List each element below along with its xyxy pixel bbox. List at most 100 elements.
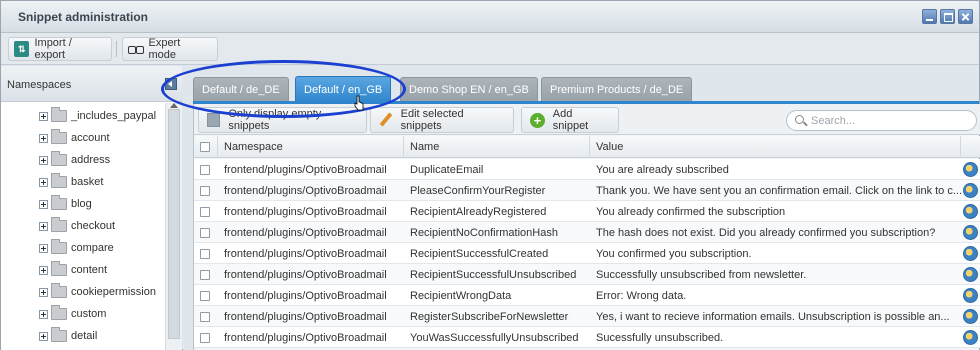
translate-cell[interactable] bbox=[961, 285, 980, 306]
minimize-icon[interactable] bbox=[922, 9, 937, 24]
translate-cell[interactable] bbox=[961, 159, 980, 180]
shop-tab[interactable]: Premium Products / de_DE bbox=[541, 77, 693, 101]
scroll-up-icon[interactable] bbox=[170, 103, 178, 108]
table-row[interactable]: frontend/plugins/OptivoBroadmail Recipien… bbox=[194, 243, 980, 264]
expand-icon[interactable] bbox=[39, 243, 48, 253]
translate-cell[interactable] bbox=[961, 180, 980, 201]
title-bar[interactable]: Snippet administration bbox=[1, 1, 979, 33]
translate-cell[interactable] bbox=[961, 327, 980, 348]
table-row[interactable]: frontend/plugins/OptivoBroadmail PleaseCo… bbox=[194, 180, 980, 201]
globe-icon[interactable] bbox=[963, 183, 978, 198]
only-empty-snippets-button[interactable]: Only display empty snippets bbox=[198, 107, 367, 133]
main-toolbar: ⇅ Import / export Expert mode bbox=[1, 33, 979, 65]
search-box[interactable] bbox=[786, 110, 977, 131]
row-checkbox[interactable] bbox=[200, 164, 210, 175]
expert-mode-button[interactable]: Expert mode bbox=[122, 37, 218, 61]
expand-icon[interactable] bbox=[39, 177, 48, 187]
row-select-cell[interactable] bbox=[194, 201, 218, 222]
namespace-tree-item[interactable]: content bbox=[39, 261, 107, 279]
globe-icon[interactable] bbox=[963, 330, 978, 345]
table-row[interactable]: frontend/plugins/OptivoBroadmail Recipien… bbox=[194, 222, 980, 243]
translate-cell[interactable] bbox=[961, 222, 980, 243]
shop-tab[interactable]: Default / en_GB bbox=[295, 76, 392, 102]
row-checkbox[interactable] bbox=[200, 185, 210, 196]
expand-icon[interactable] bbox=[39, 155, 48, 165]
row-select-cell[interactable] bbox=[194, 285, 218, 306]
shop-tab[interactable]: Demo Shop EN / en_GB bbox=[400, 77, 538, 101]
translate-cell[interactable] bbox=[961, 306, 980, 327]
namespace-tree-item[interactable]: account bbox=[39, 129, 110, 147]
row-checkbox[interactable] bbox=[200, 248, 210, 259]
select-all-checkbox[interactable] bbox=[200, 142, 210, 152]
namespace-tree-item[interactable]: compare bbox=[39, 239, 114, 257]
cell-namespace: frontend/plugins/OptivoBroadmail bbox=[224, 163, 387, 176]
namespace-tree-item[interactable]: blog bbox=[39, 195, 92, 213]
translate-cell[interactable] bbox=[961, 264, 980, 285]
add-snippet-button[interactable]: + Add snippet bbox=[521, 107, 619, 133]
cell-name: RecipientSuccessfulUnsubscribed bbox=[410, 268, 577, 281]
column-header-namespace[interactable]: Namespace bbox=[218, 136, 404, 158]
row-select-cell[interactable] bbox=[194, 243, 218, 264]
shop-tab[interactable]: Default / de_DE bbox=[193, 77, 289, 101]
globe-icon[interactable] bbox=[963, 309, 978, 324]
row-select-cell[interactable] bbox=[194, 264, 218, 285]
collapse-panel-icon[interactable] bbox=[165, 78, 177, 90]
namespace-scrollbar[interactable] bbox=[165, 103, 182, 350]
expand-icon[interactable] bbox=[39, 287, 48, 297]
globe-icon[interactable] bbox=[963, 225, 978, 240]
row-select-cell[interactable] bbox=[194, 327, 218, 348]
snippet-admin-window: Snippet administration ⇅ Import / export… bbox=[0, 0, 980, 350]
globe-icon[interactable] bbox=[963, 204, 978, 219]
row-checkbox[interactable] bbox=[200, 290, 210, 301]
row-select-cell[interactable] bbox=[194, 222, 218, 243]
row-checkbox[interactable] bbox=[200, 206, 210, 217]
import-export-button[interactable]: ⇅ Import / export bbox=[8, 37, 112, 61]
close-icon[interactable] bbox=[958, 9, 973, 24]
column-header-name[interactable]: Name bbox=[404, 136, 590, 158]
namespace-tree-item[interactable]: _includes_paypal bbox=[39, 107, 156, 125]
folder-icon bbox=[51, 217, 67, 232]
row-checkbox[interactable] bbox=[200, 227, 210, 238]
column-header-value[interactable]: Value bbox=[590, 136, 961, 158]
namespace-tree-item[interactable]: custom bbox=[39, 305, 106, 323]
translate-cell[interactable] bbox=[961, 243, 980, 264]
row-checkbox[interactable] bbox=[200, 311, 210, 322]
select-all-cell[interactable] bbox=[194, 136, 218, 158]
table-row[interactable]: frontend/plugins/OptivoBroadmail Register… bbox=[194, 306, 980, 327]
globe-icon[interactable] bbox=[963, 246, 978, 261]
expand-icon[interactable] bbox=[39, 111, 48, 121]
row-select-cell[interactable] bbox=[194, 180, 218, 201]
row-select-cell[interactable] bbox=[194, 159, 218, 180]
namespace-tree-item[interactable]: detail bbox=[39, 327, 97, 345]
namespace-tree-item[interactable]: address bbox=[39, 151, 110, 169]
row-checkbox[interactable] bbox=[200, 332, 210, 343]
namespace-tree-item[interactable]: basket bbox=[39, 173, 103, 191]
scrollbar-thumb[interactable] bbox=[168, 109, 180, 339]
row-select-cell[interactable] bbox=[194, 306, 218, 327]
expand-icon[interactable] bbox=[39, 221, 48, 231]
namespace-tree-item[interactable]: cookiepermission bbox=[39, 283, 156, 301]
pencil-icon bbox=[379, 113, 393, 127]
cell-namespace: frontend/plugins/OptivoBroadmail bbox=[224, 205, 387, 218]
table-row[interactable]: frontend/plugins/OptivoBroadmail Recipien… bbox=[194, 264, 980, 285]
table-row[interactable]: frontend/plugins/OptivoBroadmail Recipien… bbox=[194, 285, 980, 306]
expand-icon[interactable] bbox=[39, 265, 48, 275]
maximize-icon[interactable] bbox=[940, 9, 955, 24]
expand-icon[interactable] bbox=[39, 309, 48, 319]
search-input[interactable] bbox=[811, 113, 971, 129]
expand-icon[interactable] bbox=[39, 199, 48, 209]
globe-icon[interactable] bbox=[963, 162, 978, 177]
edit-selected-snippets-button[interactable]: Edit selected snippets bbox=[370, 107, 514, 133]
expand-icon[interactable] bbox=[39, 331, 48, 341]
table-row[interactable]: frontend/plugins/OptivoBroadmail Duplicat… bbox=[194, 159, 980, 180]
table-row[interactable]: frontend/plugins/OptivoBroadmail YouWasSu… bbox=[194, 327, 980, 348]
table-row[interactable]: frontend/plugins/OptivoBroadmail Recipien… bbox=[194, 201, 980, 222]
expand-icon[interactable] bbox=[39, 133, 48, 143]
translate-cell[interactable] bbox=[961, 201, 980, 222]
row-checkbox[interactable] bbox=[200, 269, 210, 280]
cell-namespace: frontend/plugins/OptivoBroadmail bbox=[224, 184, 387, 197]
globe-icon[interactable] bbox=[963, 288, 978, 303]
cell-namespace: frontend/plugins/OptivoBroadmail bbox=[224, 331, 387, 344]
globe-icon[interactable] bbox=[963, 267, 978, 282]
namespace-tree-item[interactable]: checkout bbox=[39, 217, 115, 235]
